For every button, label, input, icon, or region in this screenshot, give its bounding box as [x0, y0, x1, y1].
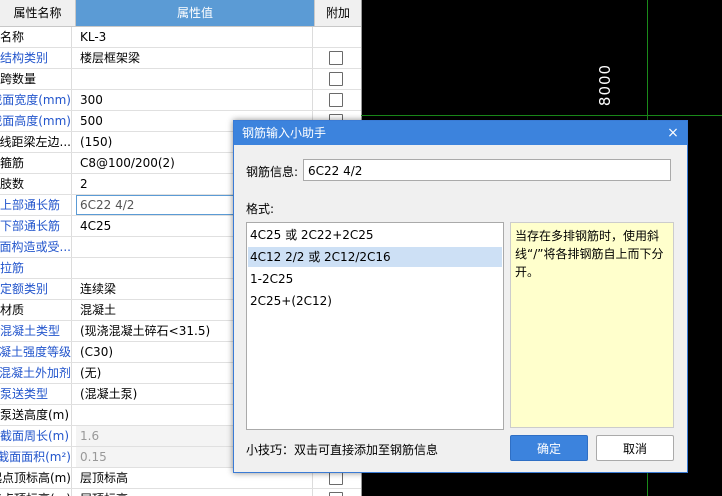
row-name-text: 拉筋 [0, 261, 25, 275]
header-name: 属性名称 [0, 0, 76, 26]
row-name: 材质 [0, 300, 72, 320]
table-row[interactable]: 截面宽度(mm) 300 [0, 90, 361, 111]
table-row[interactable]: 终点顶标高(m) 层顶标高 [0, 489, 361, 496]
rebar-info-input[interactable]: 6C22 4/2 [303, 159, 671, 181]
row-name-text: 截面高度(mm) [0, 114, 71, 128]
format-item[interactable]: 2C25+(2C12) [248, 291, 502, 311]
row-name: 截面面积(m²) [0, 447, 72, 467]
row-name-text: 截面周长(m) [0, 429, 70, 443]
format-item[interactable]: 1-2C25 [248, 269, 502, 289]
row-name-text: 终点顶标高(m) [0, 492, 71, 496]
dimension-text: 8000 [596, 63, 615, 107]
table-row[interactable]: 跨数量 [0, 69, 361, 90]
row-extra [315, 27, 361, 47]
row-name-text: 肢数 [0, 177, 25, 191]
row-name: 终点顶标高(m) [0, 489, 72, 496]
row-name: 肢数 [0, 174, 72, 194]
row-extra [315, 489, 361, 496]
row-value[interactable]: 层顶标高 [76, 489, 313, 496]
row-extra [315, 90, 361, 110]
row-name-text: 轴线距梁左边... [0, 135, 71, 149]
dialog-title: 钢筋输入小助手 [242, 126, 327, 140]
info-label: 钢筋信息: [246, 165, 299, 179]
row-name-text: 起点顶标高(m) [0, 471, 71, 485]
format-list[interactable]: 4C25 或 2C22+2C25 4C12 2/2 或 2C12/2C16 1-2C… [246, 222, 504, 430]
row-name-text: 泵送高度(m) [0, 408, 70, 422]
row-name: 拉筋 [0, 258, 72, 278]
extra-checkbox[interactable] [329, 471, 343, 485]
table-row[interactable]: 结构类别 楼层框架梁 [0, 48, 361, 69]
table-row[interactable]: 名称 KL-3 [0, 27, 361, 48]
extra-checkbox[interactable] [329, 51, 343, 65]
dialog-titlebar[interactable]: 钢筋输入小助手 × [234, 121, 687, 145]
dimension-label: 8000 [590, 62, 620, 108]
hint-box: 当存在多排钢筋时，使用斜线“/”将各排钢筋自上而下分开。 [510, 222, 674, 428]
row-name: 截面周长(m) [0, 426, 72, 446]
row-name-text: 上部通长筋 [0, 198, 61, 212]
row-name-text: 定额类别 [0, 282, 49, 296]
row-name: 混凝土外加剂 [0, 363, 72, 383]
extra-checkbox[interactable] [329, 492, 343, 496]
row-name: 名称 [0, 27, 72, 47]
row-name-text: 下部通长筋 [0, 219, 61, 233]
row-name-text: 材质 [0, 303, 25, 317]
row-name: 侧面构造或受... [0, 237, 72, 257]
row-value[interactable]: 300 [76, 90, 313, 110]
row-name: 下部通长筋 [0, 216, 72, 236]
row-name: 起点顶标高(m) [0, 468, 72, 488]
row-name-text: 结构类别 [0, 51, 49, 65]
format-item[interactable]: 4C25 或 2C22+2C25 [248, 225, 502, 245]
extra-checkbox[interactable] [329, 72, 343, 86]
format-label: 格式: [246, 202, 275, 216]
close-icon[interactable]: × [665, 121, 681, 145]
row-name: 上部通长筋 [0, 195, 72, 215]
table-header: 属性名称 属性值 附加 [0, 0, 361, 27]
row-name: 箍筋 [0, 153, 72, 173]
row-extra [315, 48, 361, 68]
row-name-text: 混凝土外加剂 [0, 366, 71, 380]
rebar-input-dialog: 钢筋输入小助手 × 钢筋信息: 6C22 4/2 格式: 4C25 或 2C22… [233, 120, 688, 473]
tip-text: 小技巧：双击可直接添加至钢筋信息 [246, 443, 439, 457]
cancel-button[interactable]: 取消 [596, 435, 674, 461]
format-item[interactable]: 4C12 2/2 或 2C12/2C16 [248, 247, 502, 267]
row-name-text: 侧面构造或受... [0, 240, 71, 254]
row-name-text: 混凝土强度等级 [0, 345, 71, 359]
row-name: 混凝土强度等级 [0, 342, 72, 362]
row-name: 泵送高度(m) [0, 405, 72, 425]
row-name-text: 名称 [0, 30, 25, 44]
row-value[interactable]: KL-3 [76, 27, 313, 47]
row-name: 定额类别 [0, 279, 72, 299]
row-name-text: 泵送类型 [0, 387, 49, 401]
row-name: 混凝土类型 [0, 321, 72, 341]
row-value[interactable] [76, 69, 313, 89]
extra-checkbox[interactable] [329, 93, 343, 107]
row-name: 轴线距梁左边... [0, 132, 72, 152]
row-name: 泵送类型 [0, 384, 72, 404]
row-name-text: 跨数量 [0, 72, 37, 86]
row-name: 跨数量 [0, 69, 72, 89]
row-name: 截面宽度(mm) [0, 90, 72, 110]
row-name-text: 箍筋 [0, 156, 25, 170]
row-extra [315, 69, 361, 89]
row-name-text: 混凝土类型 [0, 324, 61, 338]
row-value[interactable]: 楼层框架梁 [76, 48, 313, 68]
axis-line-horizontal [361, 115, 722, 116]
row-name: 截面高度(mm) [0, 111, 72, 131]
header-extra: 附加 [325, 6, 350, 20]
row-name: 结构类别 [0, 48, 72, 68]
header-value: 属性值 [76, 0, 315, 26]
ok-button[interactable]: 确定 [510, 435, 588, 461]
row-name-text: 截面面积(m²) [0, 450, 71, 464]
row-name-text: 截面宽度(mm) [0, 93, 71, 107]
